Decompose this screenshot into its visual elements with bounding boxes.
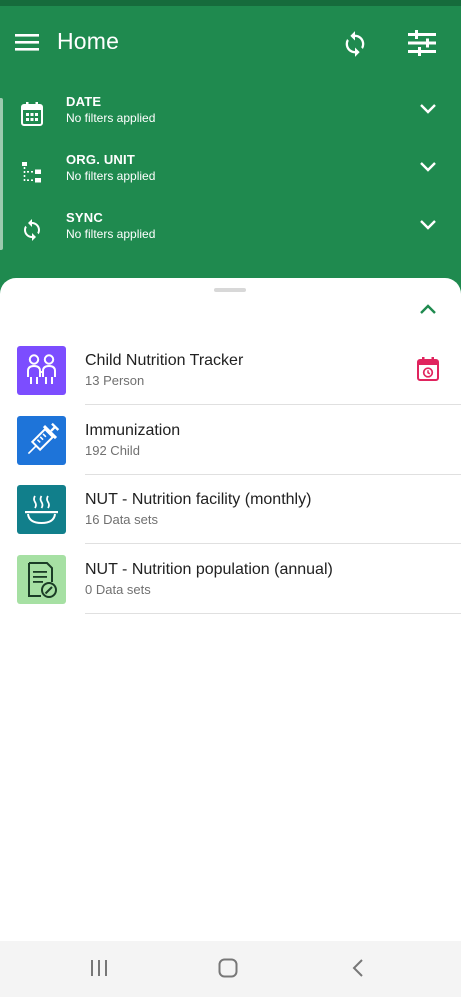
list-divider xyxy=(85,543,461,544)
program-count: 16 Data sets xyxy=(85,512,158,527)
program-name: NUT - Nutrition facility (monthly) xyxy=(85,491,312,508)
list-divider xyxy=(85,474,461,475)
filter-sync-label: SYNC xyxy=(66,210,103,225)
system-nav-bar xyxy=(0,941,461,997)
chevron-down-icon[interactable] xyxy=(418,102,438,116)
recent-apps-icon[interactable] xyxy=(89,957,109,979)
program-item-nut-population[interactable]: NUT - Nutrition population (annual) 0 Da… xyxy=(0,555,461,625)
org-tree-icon xyxy=(22,162,41,183)
programs-sheet: Child Nutrition Tracker 13 Person Immuni… xyxy=(0,278,461,941)
sheet-drag-handle[interactable] xyxy=(214,288,246,292)
program-count: 13 Person xyxy=(85,373,145,388)
program-item-child-nutrition-tracker[interactable]: Child Nutrition Tracker 13 Person xyxy=(0,346,461,416)
chevron-up-icon[interactable] xyxy=(418,302,438,316)
document-icon xyxy=(17,555,66,604)
sync-icon[interactable] xyxy=(341,30,369,58)
program-name: Child Nutrition Tracker xyxy=(85,352,244,369)
filter-org-unit[interactable]: ORG. UNIT No filters applied xyxy=(0,145,461,201)
children-icon xyxy=(17,346,66,395)
list-divider xyxy=(85,404,461,405)
chevron-down-icon[interactable] xyxy=(418,218,438,232)
filter-org-unit-status: No filters applied xyxy=(66,169,156,183)
filter-date-label: DATE xyxy=(66,94,102,109)
calendar-event-icon[interactable] xyxy=(416,356,440,382)
filter-date-status: No filters applied xyxy=(66,111,156,125)
filter-sync-status: No filters applied xyxy=(66,227,156,241)
program-name: NUT - Nutrition population (annual) xyxy=(85,561,333,578)
filter-org-unit-label: ORG. UNIT xyxy=(66,152,135,167)
home-icon[interactable] xyxy=(217,957,239,979)
program-count: 192 Child xyxy=(85,443,140,458)
hot-food-icon xyxy=(17,485,66,534)
program-name: Immunization xyxy=(85,422,181,439)
calendar-icon xyxy=(21,102,43,126)
chevron-down-icon[interactable] xyxy=(418,160,438,174)
sync-icon xyxy=(24,219,40,241)
program-item-nut-facility[interactable]: NUT - Nutrition facility (monthly) 16 Da… xyxy=(0,485,461,555)
menu-icon[interactable] xyxy=(14,32,40,52)
program-count: 0 Data sets xyxy=(85,582,151,597)
syringe-icon xyxy=(17,416,66,465)
tune-icon[interactable] xyxy=(406,30,438,56)
filter-date[interactable]: DATE No filters applied xyxy=(0,87,461,143)
page-title: Home xyxy=(57,28,120,54)
list-divider xyxy=(85,613,461,614)
app-bar: Home xyxy=(0,6,461,80)
program-item-immunization[interactable]: Immunization 192 Child xyxy=(0,416,461,486)
back-icon[interactable] xyxy=(348,957,368,979)
filter-sync[interactable]: SYNC No filters applied xyxy=(0,203,461,259)
